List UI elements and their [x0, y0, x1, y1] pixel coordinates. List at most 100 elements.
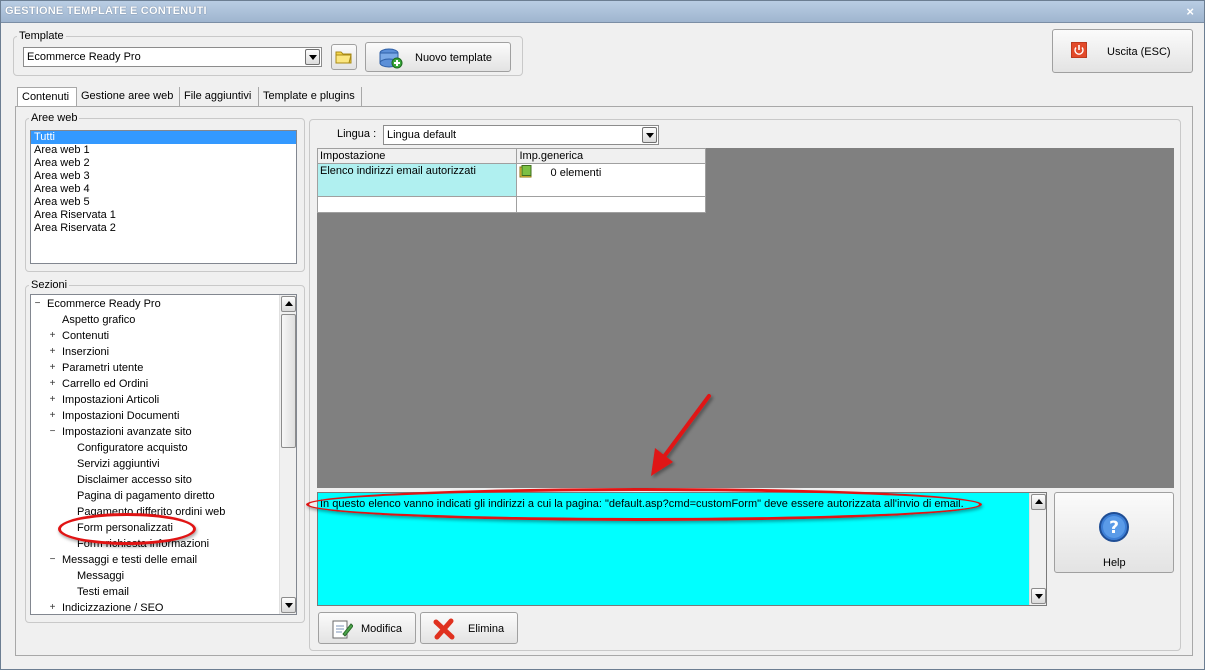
tree-item[interactable]: + Impostazioni Documenti	[31, 409, 276, 425]
tree-item[interactable]: + Carrello ed Ordini	[31, 377, 276, 393]
list-item[interactable]: Area web 4	[31, 183, 296, 196]
close-icon[interactable]: ×	[1186, 4, 1194, 19]
tab-template-e-plugins[interactable]: Template e plugins	[259, 87, 362, 107]
expand-icon[interactable]: +	[48, 379, 57, 389]
svg-text:?: ?	[1109, 518, 1119, 538]
tree-item-label: Carrello ed Ordini	[62, 378, 149, 390]
tree-item[interactable]: + Indicizzazione / SEO	[31, 601, 276, 614]
tree-item[interactable]: Messaggi	[31, 569, 276, 585]
table-row[interactable]	[316, 196, 706, 213]
tree-item-label: Testi email	[77, 586, 129, 598]
list-item[interactable]: Tutti	[31, 131, 296, 144]
sezioni-tree[interactable]: − Ecommerce Ready Pro Aspetto grafico + Cont…	[30, 294, 297, 615]
list-item[interactable]: Area web 2	[31, 157, 296, 170]
tab-template-e-plugins-label: Template e plugins	[263, 90, 355, 102]
tree-item[interactable]: + Parametri utente	[31, 361, 276, 377]
open-folder-button[interactable]	[331, 44, 357, 70]
tree-item[interactable]: Pagina di pagamento diretto	[31, 489, 276, 505]
annotation-ellipse-description	[306, 488, 982, 521]
aree-web-legend: Aree web	[31, 112, 78, 124]
expand-icon[interactable]: +	[48, 395, 57, 405]
app-window: GESTIONE TEMPLATE E CONTENUTI × Template…	[0, 0, 1205, 670]
window-title: GESTIONE TEMPLATE E CONTENUTI	[5, 5, 207, 17]
empty-cell[interactable]	[316, 196, 518, 213]
title-bar: GESTIONE TEMPLATE E CONTENUTI ×	[1, 1, 1204, 23]
power-icon	[1071, 42, 1087, 58]
scroll-up-icon[interactable]	[281, 296, 296, 312]
tree-item[interactable]: Disclaimer accesso sito	[31, 473, 276, 489]
description-scrollbar[interactable]	[1029, 493, 1046, 605]
list-item[interactable]: Area web 5	[31, 196, 296, 209]
tree-item-label: Disclaimer accesso sito	[77, 474, 192, 486]
scroll-up-icon[interactable]	[1031, 494, 1046, 510]
new-template-button[interactable]: Nuovo template	[365, 42, 511, 72]
tree-item[interactable]: + Impostazioni Articoli	[31, 393, 276, 409]
tab-gestione-aree-web[interactable]: Gestione aree web	[77, 87, 180, 107]
annotation-arrow-icon	[651, 394, 711, 476]
scroll-down-icon[interactable]	[281, 597, 296, 613]
tab-contenuti-label: Contenuti	[22, 91, 70, 103]
new-template-icon	[379, 48, 403, 69]
tree-item[interactable]: − Impostazioni avanzate sito	[31, 425, 276, 441]
empty-cell[interactable]	[516, 196, 706, 213]
collapse-icon[interactable]: −	[33, 299, 42, 309]
help-label: Help	[1103, 557, 1126, 569]
delete-button[interactable]: Elimina	[420, 612, 518, 644]
tree-item-label: Impostazioni avanzate sito	[62, 426, 192, 438]
tree-item[interactable]: Aspetto grafico	[31, 313, 276, 329]
tree-rows: − Ecommerce Ready Pro Aspetto grafico + Cont…	[31, 295, 279, 614]
help-icon: ?	[1099, 512, 1129, 542]
modify-button[interactable]: Modifica	[318, 612, 416, 644]
tab-file-aggiuntivi-label: File aggiuntivi	[184, 90, 252, 102]
tree-item[interactable]: + Contenuti	[31, 329, 276, 345]
edit-icon	[332, 620, 353, 639]
tree-item[interactable]: + Inserzioni	[31, 345, 276, 361]
tree-item[interactable]: Testi email	[31, 585, 276, 601]
tab-file-aggiuntivi[interactable]: File aggiuntivi	[180, 87, 259, 107]
tree-item-label: Impostazioni Articoli	[62, 394, 160, 406]
new-template-label: Nuovo template	[415, 52, 493, 64]
tree-item-label: Messaggi	[77, 570, 125, 582]
list-item[interactable]: Area web 3	[31, 170, 296, 183]
tree-item-label: Aspetto grafico	[62, 314, 136, 326]
tab-gestione-aree-web-label: Gestione aree web	[81, 90, 174, 102]
tree-item[interactable]: Servizi aggiuntivi	[31, 457, 276, 473]
setting-value: 0 elementi	[550, 167, 602, 179]
template-select[interactable]: Ecommerce Ready Pro	[23, 47, 322, 67]
tree-item[interactable]: Configuratore acquisto	[31, 441, 276, 457]
tree-item[interactable]: − Messaggi e testi delle email	[31, 553, 276, 569]
setting-value-cell[interactable]: 0 elementi	[516, 163, 706, 197]
expand-icon[interactable]: +	[48, 411, 57, 421]
collapse-icon[interactable]: −	[48, 427, 57, 437]
template-group-legend: Template	[19, 30, 64, 42]
help-button[interactable]: ? Help	[1054, 492, 1174, 573]
template-select-value: Ecommerce Ready Pro	[27, 51, 141, 63]
tree-item-label: Contenuti	[62, 330, 110, 342]
sezioni-scrollbar[interactable]	[279, 295, 296, 614]
tab-contenuti[interactable]: Contenuti	[17, 87, 77, 108]
tree-item-label: Servizi aggiuntivi	[77, 458, 160, 470]
lingua-select-value: Lingua default	[387, 129, 457, 141]
tree-item-label: Ecommerce Ready Pro	[47, 298, 161, 310]
list-item[interactable]: Area web 1	[31, 144, 296, 157]
list-item[interactable]: Area Riservata 2	[31, 222, 296, 235]
tree-item-label: Inserzioni	[62, 346, 110, 358]
collapse-icon[interactable]: −	[48, 555, 57, 565]
tree-item[interactable]: − Ecommerce Ready Pro	[31, 297, 276, 313]
expand-icon[interactable]: +	[48, 347, 57, 357]
aree-web-list[interactable]: Tutti Area web 1 Area web 2 Area web 3 A…	[30, 130, 297, 264]
lingua-select[interactable]: Lingua default	[383, 125, 659, 145]
expand-icon[interactable]: +	[48, 331, 57, 341]
annotation-ellipse-tree	[58, 513, 196, 545]
setting-name-cell[interactable]: Elenco indirizzi email autorizzati	[316, 163, 518, 197]
table-row[interactable]: Elenco indirizzi email autorizzati 0 ele…	[316, 163, 706, 197]
exit-button[interactable]: Uscita (ESC)	[1052, 29, 1193, 73]
scroll-thumb[interactable]	[281, 314, 296, 448]
chevron-down-icon[interactable]	[642, 127, 657, 143]
expand-icon[interactable]: +	[48, 363, 57, 373]
scroll-down-icon[interactable]	[1031, 588, 1046, 604]
expand-icon[interactable]: +	[48, 603, 57, 613]
tree-item-label: Parametri utente	[62, 362, 144, 374]
chevron-down-icon[interactable]	[305, 49, 320, 65]
list-item[interactable]: Area Riservata 1	[31, 209, 296, 222]
